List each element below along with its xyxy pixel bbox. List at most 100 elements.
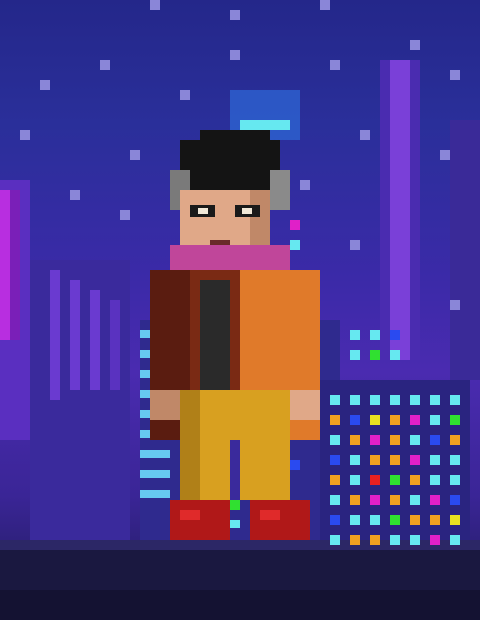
window-light xyxy=(230,520,240,528)
window-light xyxy=(390,455,400,465)
building-left-stripe-1 xyxy=(50,270,60,400)
window-light xyxy=(410,515,420,525)
window-light xyxy=(430,415,440,425)
star xyxy=(360,130,370,140)
boot-shine xyxy=(180,510,200,520)
window-light xyxy=(430,435,440,445)
window-light xyxy=(350,395,360,405)
star xyxy=(450,70,460,80)
pants-gap xyxy=(230,440,240,500)
ground-line xyxy=(0,540,480,550)
boot-shine xyxy=(260,510,280,520)
window-light xyxy=(350,415,360,425)
star xyxy=(440,150,450,160)
window-light xyxy=(230,500,240,510)
window-light xyxy=(370,495,380,505)
window-light xyxy=(370,515,380,525)
window-light xyxy=(330,415,340,425)
star xyxy=(230,50,240,60)
window-light xyxy=(350,455,360,465)
window-light xyxy=(330,495,340,505)
window-light xyxy=(370,415,380,425)
pants-shade xyxy=(180,390,200,500)
hair xyxy=(200,130,270,150)
window-light xyxy=(370,435,380,445)
neon-sign-left-edge xyxy=(10,190,20,340)
window-light xyxy=(410,475,420,485)
window-light xyxy=(410,535,420,545)
window-light xyxy=(430,395,440,405)
building-left-stripe-4 xyxy=(110,300,120,390)
star xyxy=(150,0,160,10)
ground-shadow xyxy=(0,590,480,620)
star xyxy=(300,180,310,190)
window-light xyxy=(350,535,360,545)
window-light xyxy=(430,535,440,545)
eye-white-right xyxy=(242,208,252,214)
window-light xyxy=(450,475,460,485)
window-light xyxy=(390,435,400,445)
window-light xyxy=(410,495,420,505)
boot-right xyxy=(250,500,310,540)
window-light xyxy=(450,415,460,425)
window-light xyxy=(140,450,170,458)
window-light xyxy=(330,435,340,445)
window-light xyxy=(410,395,420,405)
window-light xyxy=(290,240,300,250)
star xyxy=(410,40,420,50)
window-light xyxy=(290,460,300,470)
window-light xyxy=(450,395,460,405)
window-light xyxy=(290,220,300,230)
window-light xyxy=(370,455,380,465)
window-light xyxy=(450,455,460,465)
window-light xyxy=(350,515,360,525)
window-light xyxy=(390,330,400,340)
window-light xyxy=(430,455,440,465)
window-light xyxy=(330,475,340,485)
hand-left xyxy=(150,390,180,420)
star xyxy=(130,150,140,160)
star xyxy=(70,190,80,200)
window-light xyxy=(370,535,380,545)
building-left-stripe-3 xyxy=(90,290,100,390)
star xyxy=(330,60,340,70)
hair-gray xyxy=(270,170,290,210)
window-light xyxy=(330,395,340,405)
window-light xyxy=(350,495,360,505)
boot-left xyxy=(170,500,230,540)
window-light xyxy=(350,350,360,360)
window-light xyxy=(390,475,400,485)
window-light xyxy=(350,435,360,445)
window-light xyxy=(430,475,440,485)
window-light xyxy=(390,350,400,360)
star xyxy=(230,10,240,20)
tower-right-neon xyxy=(390,60,410,360)
window-light xyxy=(350,330,360,340)
window-light xyxy=(410,415,420,425)
tower-far-right xyxy=(450,120,480,380)
star xyxy=(450,300,460,310)
window-light xyxy=(330,535,340,545)
window-light xyxy=(390,535,400,545)
window-light xyxy=(370,395,380,405)
window-light xyxy=(350,475,360,485)
window-light xyxy=(430,515,440,525)
window-light xyxy=(450,515,460,525)
game-scene xyxy=(0,0,480,620)
window-light xyxy=(140,470,170,478)
star xyxy=(20,130,30,140)
window-light xyxy=(410,455,420,465)
window-light xyxy=(370,475,380,485)
star xyxy=(350,240,360,250)
star xyxy=(100,60,110,70)
neon-sign-left xyxy=(0,190,10,340)
window-light xyxy=(140,490,170,498)
window-light xyxy=(330,515,340,525)
window-light xyxy=(330,455,340,465)
window-light xyxy=(410,435,420,445)
star xyxy=(320,0,330,10)
window-light xyxy=(390,515,400,525)
halo-line xyxy=(240,120,290,130)
window-light xyxy=(390,415,400,425)
window-light xyxy=(430,495,440,505)
